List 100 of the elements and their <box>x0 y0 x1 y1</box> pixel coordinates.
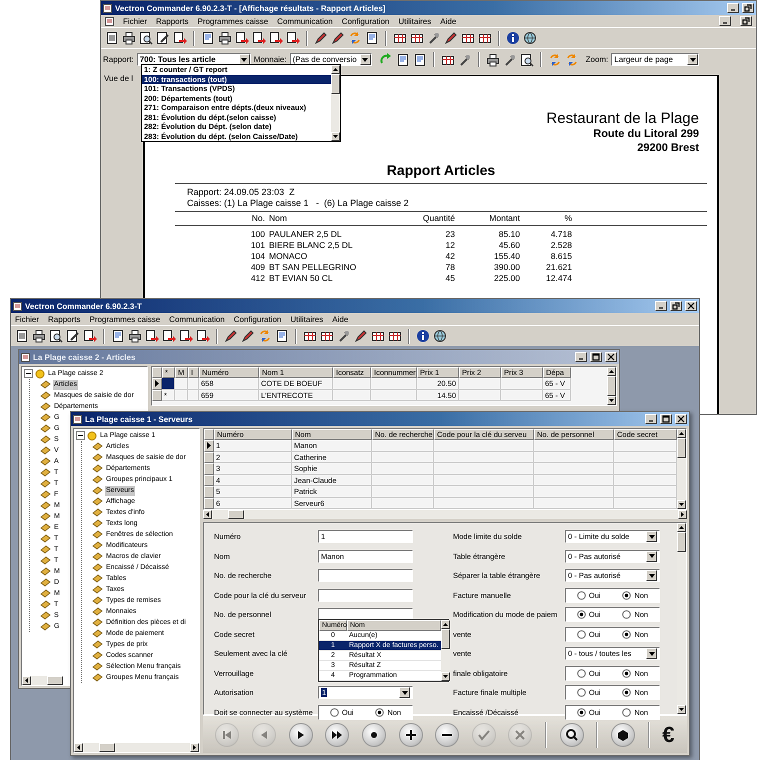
vertical-scrollbar[interactable] <box>440 620 450 681</box>
add-button[interactable] <box>398 722 423 746</box>
tool-icon[interactable] <box>337 329 351 343</box>
document-arrow-icon[interactable] <box>269 31 283 45</box>
document-arrow-icon[interactable] <box>235 31 249 45</box>
menu-item[interactable]: Aide <box>440 16 456 26</box>
pen-icon[interactable] <box>224 329 238 343</box>
close-button[interactable] <box>605 352 617 362</box>
close-button[interactable] <box>685 301 697 311</box>
app-icon[interactable] <box>13 302 22 310</box>
page-icon[interactable] <box>365 31 379 45</box>
horizontal-scrollbar[interactable] <box>74 743 199 752</box>
edit-icon[interactable] <box>66 329 80 343</box>
printer-icon[interactable] <box>122 31 136 45</box>
arrows-icon[interactable] <box>548 52 562 66</box>
minimize-button[interactable] <box>575 352 587 362</box>
tool-icon[interactable] <box>458 52 472 66</box>
menu-item[interactable]: Utilitaires <box>398 16 432 26</box>
scroll-thumb[interactable] <box>228 510 244 519</box>
radio-button[interactable] <box>622 668 632 678</box>
radio-button[interactable] <box>576 610 586 620</box>
menu-item[interactable]: Utilitaires <box>290 314 324 324</box>
page-icon[interactable] <box>201 31 215 45</box>
document-arrow-icon[interactable] <box>286 31 300 45</box>
radio-button[interactable] <box>330 708 339 717</box>
pen-icon[interactable] <box>241 329 255 343</box>
pen-icon[interactable] <box>314 31 328 45</box>
minimize-button[interactable] <box>719 16 731 26</box>
next-button[interactable] <box>288 722 313 746</box>
table-icon[interactable] <box>410 31 424 45</box>
arrows-icon[interactable] <box>348 31 362 45</box>
table-icon[interactable] <box>478 31 492 45</box>
scroll-down-button[interactable] <box>440 672 450 681</box>
scroll-thumb[interactable] <box>99 743 115 752</box>
scroll-thumb[interactable] <box>47 676 63 685</box>
globe-icon[interactable] <box>433 329 447 343</box>
document-arrow-icon[interactable] <box>83 329 97 343</box>
maximize-button[interactable] <box>660 414 672 424</box>
menu-item[interactable]: Communication <box>169 314 225 324</box>
pen-icon[interactable] <box>354 329 368 343</box>
close-button[interactable] <box>675 414 687 424</box>
edit-icon[interactable] <box>156 31 170 45</box>
row-indicator[interactable] <box>204 440 214 452</box>
zoom-select[interactable]: Largeur de page <box>611 53 700 66</box>
printer-icon[interactable] <box>128 329 142 343</box>
radio-button[interactable] <box>622 590 632 600</box>
scroll-left-button[interactable] <box>74 743 83 752</box>
currency-button[interactable]: € <box>662 722 675 746</box>
scroll-left-button[interactable] <box>22 676 31 685</box>
restore-button[interactable] <box>740 16 752 26</box>
document-arrow-icon[interactable] <box>145 329 159 343</box>
menu-item[interactable]: Programmes caisse <box>197 16 268 26</box>
app-icon[interactable] <box>21 352 30 362</box>
scroll-down-button[interactable] <box>677 705 686 714</box>
menu-item[interactable]: Configuration <box>342 16 390 26</box>
table-icon[interactable] <box>303 329 317 343</box>
restore-button[interactable] <box>742 3 754 13</box>
scroll-thumb[interactable] <box>607 376 616 396</box>
arrows-icon[interactable] <box>564 52 579 66</box>
scroll-thumb[interactable] <box>331 74 340 94</box>
page-icon[interactable] <box>412 52 427 66</box>
restore-button[interactable] <box>670 301 682 311</box>
app-icon[interactable] <box>105 16 114 26</box>
vertical-scrollbar[interactable] <box>331 65 340 141</box>
document-arrow-icon[interactable] <box>179 329 193 343</box>
magnifier-icon[interactable] <box>49 329 63 343</box>
menu-item[interactable]: Aide <box>332 314 348 324</box>
collapse-icon[interactable] <box>24 369 33 378</box>
vertical-scrollbar[interactable] <box>607 367 616 405</box>
minimize-button[interactable] <box>727 3 739 13</box>
minimize-button[interactable] <box>645 414 657 424</box>
tool-icon[interactable] <box>502 52 517 66</box>
document-arrow-icon[interactable] <box>162 329 176 343</box>
scroll-down-button[interactable] <box>607 396 616 405</box>
document-arrow-icon[interactable] <box>196 329 210 343</box>
printer-icon[interactable] <box>486 52 500 66</box>
scroll-left-button[interactable] <box>203 510 212 519</box>
minimize-button[interactable] <box>655 301 667 311</box>
last-button[interactable] <box>325 722 350 746</box>
menu-item[interactable]: Rapports <box>156 16 188 26</box>
app-icon[interactable] <box>103 4 112 12</box>
menu-item[interactable]: Fichier <box>123 16 148 26</box>
scroll-thumb[interactable] <box>677 438 686 458</box>
magnifier-icon[interactable] <box>139 31 153 45</box>
table-icon[interactable] <box>371 329 385 343</box>
scroll-right-button[interactable] <box>190 743 199 752</box>
delete-button[interactable] <box>435 722 460 746</box>
radio-button[interactable] <box>622 708 632 717</box>
document-icon[interactable] <box>105 31 119 45</box>
vertical-scrollbar[interactable] <box>677 429 686 509</box>
input-field[interactable] <box>318 588 413 602</box>
scroll-right-button[interactable] <box>678 510 687 519</box>
row-indicator[interactable] <box>152 378 162 390</box>
scroll-up-button[interactable] <box>677 523 686 532</box>
pen-icon[interactable] <box>444 31 458 45</box>
radio-button[interactable] <box>576 590 586 600</box>
radio-button[interactable] <box>576 708 586 717</box>
radio-button[interactable] <box>576 668 586 678</box>
document-icon[interactable] <box>15 329 29 343</box>
scroll-thumb[interactable] <box>440 629 450 649</box>
